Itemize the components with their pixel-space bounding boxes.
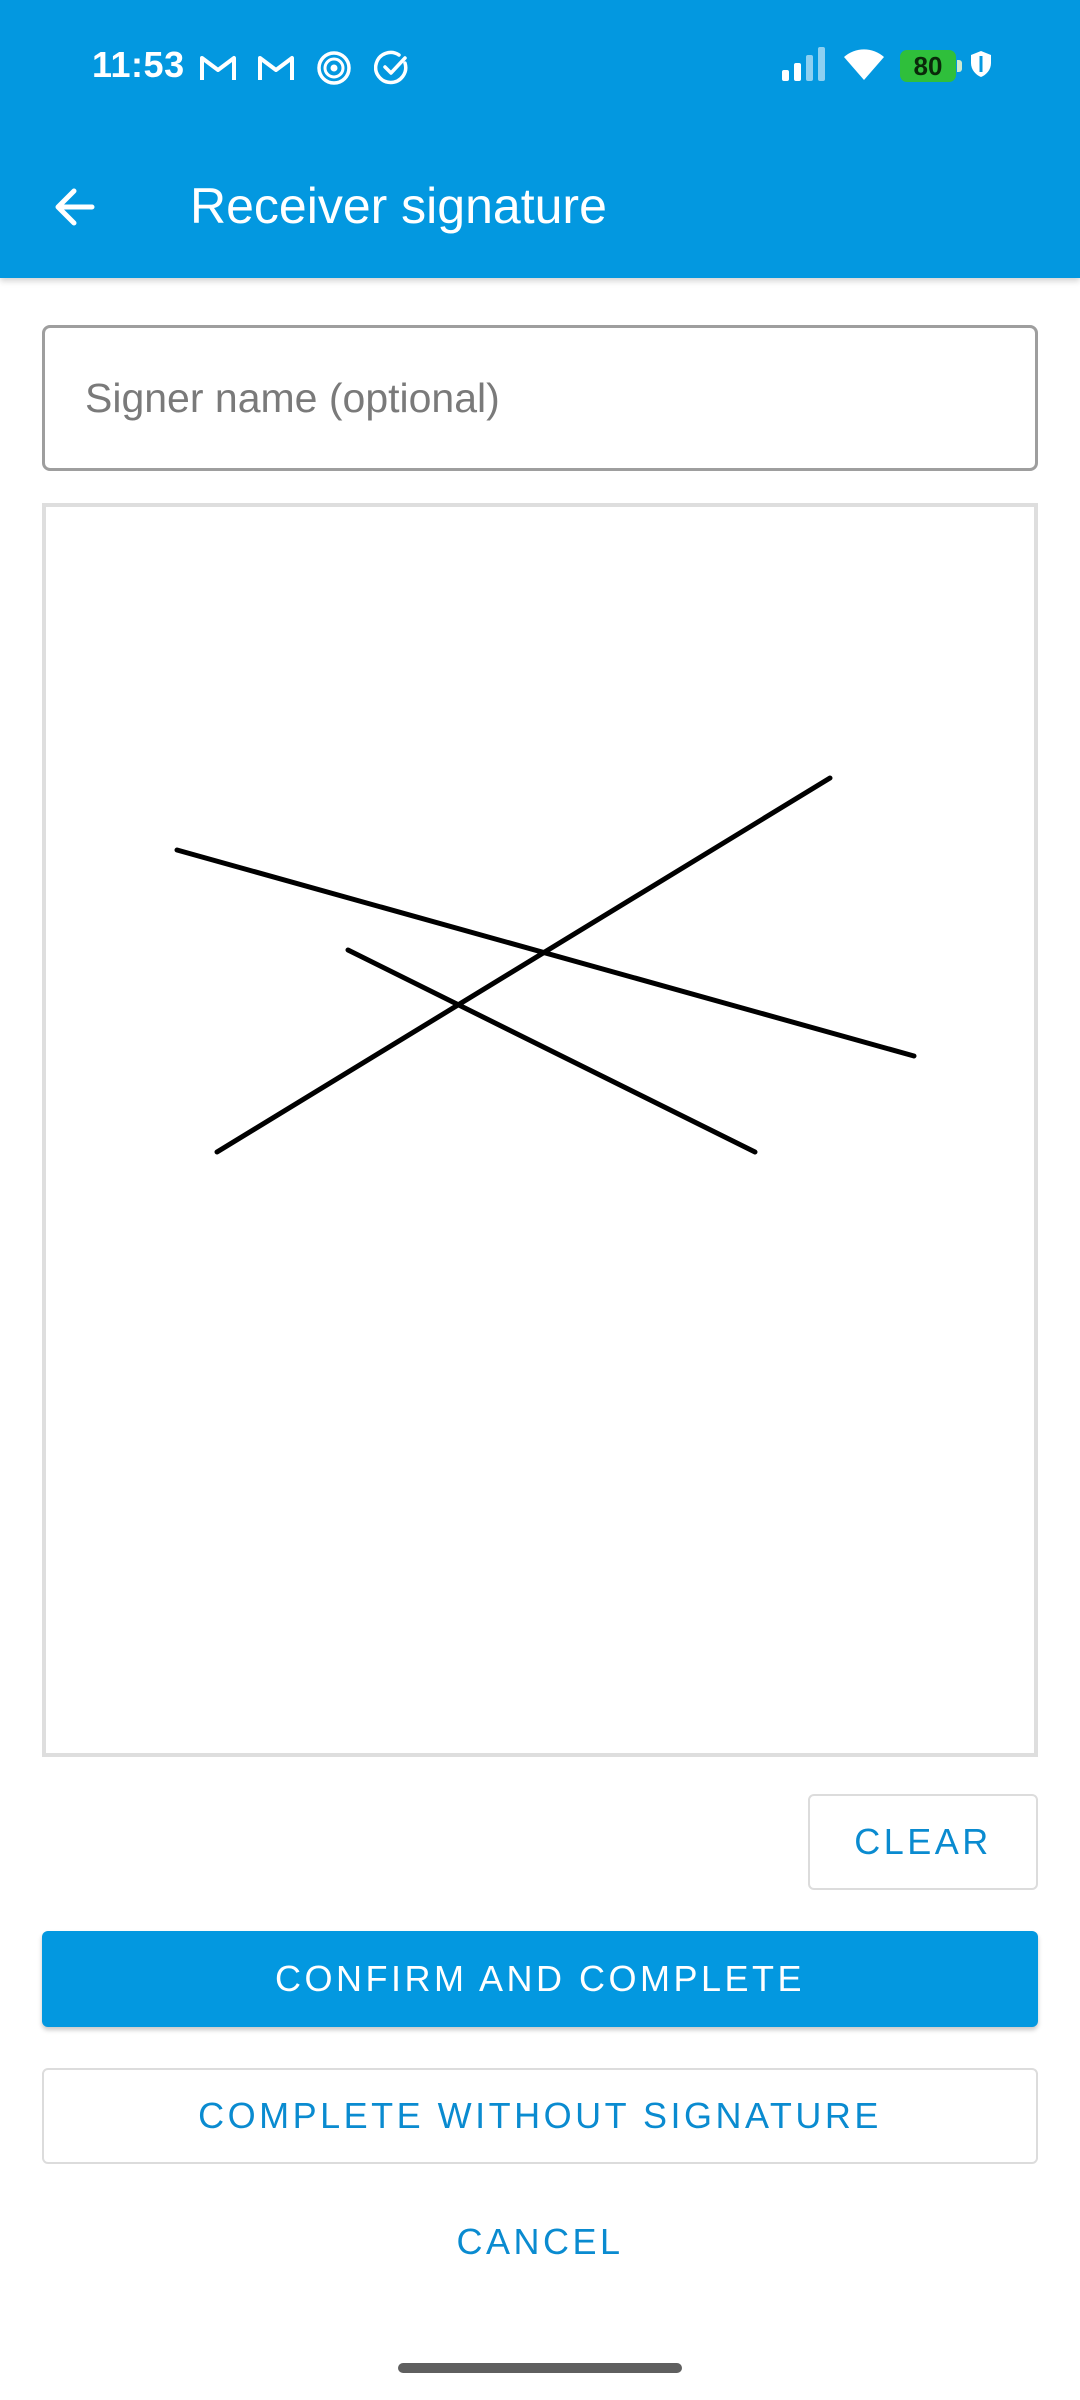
screen: 11:53 80 Receiver signature Signer name …	[0, 0, 1080, 2400]
battery-level: 80	[913, 51, 943, 81]
battery-icon: 80	[900, 50, 962, 82]
signature-pad[interactable]	[42, 503, 1038, 1757]
clear-button[interactable]: CLEAR	[808, 1794, 1038, 1890]
page-title: Receiver signature	[190, 178, 607, 234]
shield-icon	[970, 50, 992, 83]
arrow-back-icon	[50, 183, 98, 236]
notification-icons	[198, 48, 412, 88]
signature-canvas[interactable]	[46, 507, 1034, 1753]
confirm-and-complete-button[interactable]: CONFIRM AND COMPLETE	[42, 1931, 1038, 2027]
cancel-button[interactable]: CANCEL	[390, 2196, 690, 2288]
wifi-icon	[842, 46, 886, 87]
check-circle-icon	[372, 48, 412, 88]
status-time: 11:53	[92, 44, 185, 85]
signature-stroke	[345, 947, 758, 1155]
status-bar: 11:53 80	[0, 0, 1080, 135]
back-button[interactable]	[36, 171, 112, 247]
gmail-icon	[256, 48, 296, 88]
complete-without-signature-button[interactable]: COMPLETE WITHOUT SIGNATURE	[42, 2068, 1038, 2164]
system-icons: 80	[780, 46, 992, 86]
app-bar: Receiver signature	[0, 135, 1080, 278]
signer-name-field[interactable]	[42, 325, 1038, 471]
header: 11:53 80 Receiver signature	[0, 0, 1080, 278]
signal-icon	[780, 46, 828, 87]
spiral-app-icon	[314, 48, 354, 88]
home-indicator[interactable]	[398, 2363, 682, 2373]
signature-stroke	[214, 775, 833, 1155]
signer-name-input[interactable]	[45, 328, 1035, 468]
gmail-icon	[198, 48, 238, 88]
